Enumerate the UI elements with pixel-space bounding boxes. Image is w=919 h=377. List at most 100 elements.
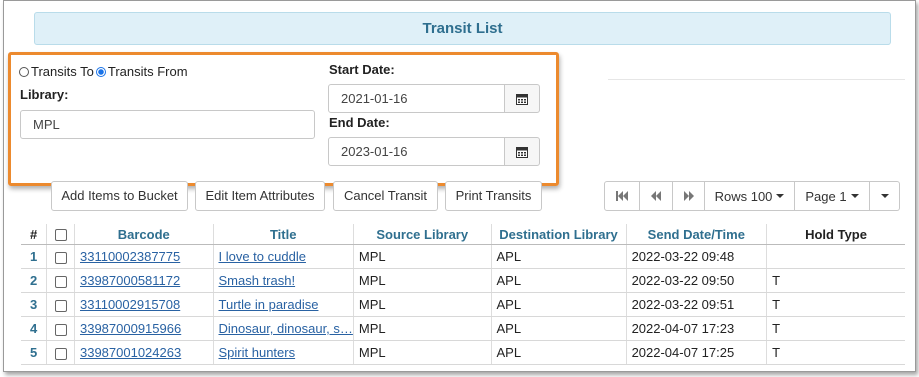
destination-library-cell: APL [490,244,627,269]
row-checkbox[interactable] [54,347,67,360]
row-checkbox[interactable] [54,251,67,264]
title-cell: Dinosaur, dinosaur, s… [212,316,354,341]
more-options-dropdown[interactable] [870,181,900,211]
page-select-label: Page 1 [805,188,847,204]
chevron-down-icon [850,194,859,198]
row-checkbox[interactable] [54,323,67,336]
column-header-barcode[interactable]: Barcode [73,224,213,245]
hold-type-cell [766,244,905,269]
transits-from-label[interactable]: Transits From [108,64,188,79]
start-date-calendar-button[interactable] [504,84,540,113]
row-checkbox-cell[interactable] [46,244,75,269]
barcode-cell: 33110002387775 [73,244,213,269]
column-header-hold-type[interactable]: Hold Type [766,224,905,245]
row-checkbox-cell[interactable] [46,292,75,317]
end-date-label: End Date: [329,115,390,130]
title-cell: Turtle in paradise [212,292,354,317]
rows-per-page-label: Rows 100 [714,188,773,204]
row-number: 5 [21,340,47,365]
destination-library-cell: APL [490,292,627,317]
column-header-title[interactable]: Title [212,224,354,245]
end-date-calendar-button[interactable] [504,137,540,166]
title-cell: I love to cuddle [212,244,354,269]
calendar-icon [516,146,528,158]
barcode-link[interactable]: 33110002915708 [80,297,180,312]
title-cell: Smash trash! [212,268,354,293]
source-library-cell: MPL [352,316,492,341]
row-number: 1 [21,244,47,269]
column-header-destination-library[interactable]: Destination Library [490,224,627,245]
forward-icon [683,191,694,201]
source-library-cell: MPL [352,244,492,269]
title-link[interactable]: I love to cuddle [219,249,306,264]
chevron-down-icon [880,194,889,198]
add-items-to-bucket-button[interactable]: Add Items to Bucket [51,181,188,211]
send-date-cell: 2022-03-22 09:51 [625,292,767,317]
hold-type-cell: T [766,292,905,317]
print-transits-button[interactable]: Print Transits [445,181,542,211]
previous-page-button[interactable] [640,181,673,211]
table-row: 4 33987000915966 Dinosaur, dinosaur, s… … [21,316,905,341]
row-checkbox-cell[interactable] [46,316,75,341]
title-link[interactable]: Turtle in paradise [219,297,319,312]
row-checkbox[interactable] [54,275,67,288]
destination-library-cell: APL [490,268,627,293]
barcode-cell: 33987000915966 [73,316,213,341]
row-number: 2 [21,268,47,293]
end-date-input[interactable]: 2023-01-16 [328,137,505,166]
transits-to-label[interactable]: Transits To [31,64,94,79]
next-page-button[interactable] [673,181,705,211]
select-all-checkbox[interactable] [54,229,67,242]
transits-to-radio[interactable] [19,66,29,77]
row-number: 3 [21,292,47,317]
barcode-cell: 33987000581172 [73,268,213,293]
cancel-transit-button[interactable]: Cancel Transit [333,181,438,211]
direction-radio-group: Transits To Transits From [19,64,188,79]
page-select-dropdown[interactable]: Page 1 [795,181,870,211]
select-all-checkbox-cell[interactable] [46,224,75,245]
row-checkbox[interactable] [54,299,67,312]
source-library-cell: MPL [352,268,492,293]
barcode-link[interactable]: 33987001024263 [80,345,181,360]
hold-type-cell: T [766,316,905,341]
transit-table: # Barcode Title Source Library Destinati… [21,224,905,365]
send-date-cell: 2022-03-22 09:50 [625,268,767,293]
title-link[interactable]: Dinosaur, dinosaur, s… [219,321,353,336]
barcode-link[interactable]: 33987000581172 [80,273,180,288]
destination-library-cell: APL [490,340,627,365]
rows-per-page-dropdown[interactable]: Rows 100 [705,181,795,211]
column-header-send-date[interactable]: Send Date/Time [625,224,767,245]
column-header-number: # [21,224,47,245]
transits-from-radio[interactable] [95,66,106,77]
column-header-source-library[interactable]: Source Library [352,224,492,245]
start-date-input[interactable]: 2021-01-16 [328,84,505,113]
library-input[interactable]: MPL [20,110,315,139]
chevron-down-icon [776,194,785,198]
library-label: Library: [20,87,69,102]
destination-library-cell: APL [490,316,627,341]
table-row: 3 33110002915708 Turtle in paradise MPL … [21,292,905,317]
table-row: 2 33987000581172 Smash trash! MPL APL 20… [21,268,905,293]
first-page-icon [616,191,628,201]
send-date-cell: 2022-04-07 17:23 [625,316,767,341]
row-number: 4 [21,316,47,341]
edit-item-attributes-button[interactable]: Edit Item Attributes [195,181,325,211]
table-header-row: # Barcode Title Source Library Destinati… [21,224,905,245]
table-row: 5 33987001024263 Spirit hunters MPL APL … [21,340,905,365]
divider [608,79,905,80]
send-date-cell: 2022-03-22 09:48 [625,244,767,269]
barcode-cell: 33110002915708 [73,292,213,317]
row-checkbox-cell[interactable] [46,340,75,365]
title-link[interactable]: Spirit hunters [219,345,296,360]
barcode-link[interactable]: 33987000915966 [80,321,181,336]
row-checkbox-cell[interactable] [46,268,75,293]
title-link[interactable]: Smash trash! [219,273,296,288]
calendar-icon [516,93,528,105]
start-date-label: Start Date: [329,62,395,77]
source-library-cell: MPL [352,340,492,365]
first-page-button[interactable] [604,181,640,211]
backward-icon [651,191,661,201]
barcode-link[interactable]: 33110002387775 [80,249,180,264]
hold-type-cell: T [766,340,905,365]
send-date-cell: 2022-04-07 17:25 [625,340,767,365]
